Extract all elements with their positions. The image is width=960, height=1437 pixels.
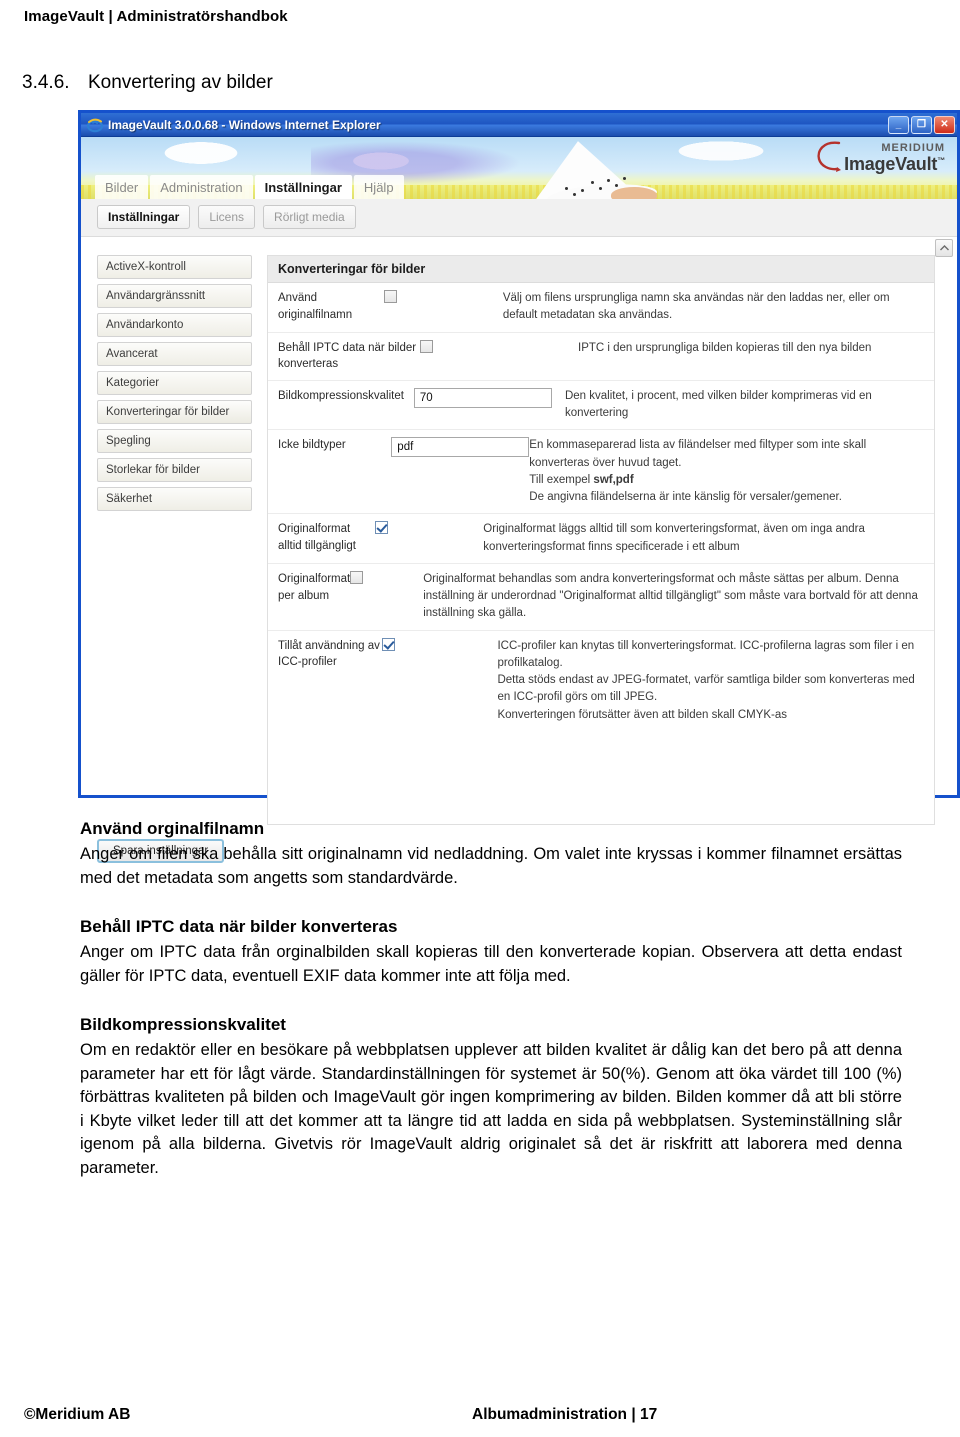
article-heading-3: Bildkompressionskvalitet (80, 1015, 286, 1035)
setting-control (391, 437, 530, 506)
original-format-always-available-checkbox[interactable] (375, 521, 389, 535)
banner-photo (499, 137, 689, 199)
footer-page-info: Albumadministration | 17 (472, 1406, 658, 1423)
setting-label: Tillåt användning av ICC-profiler (278, 639, 380, 669)
setting-control (384, 290, 502, 325)
compression-quality-input[interactable] (413, 387, 552, 408)
setting-row: Använd originalfilnamn Välj om filens ur… (268, 283, 934, 333)
setting-control (350, 570, 423, 623)
article-paragraph-2: Anger om IPTC data från orginalbilden sk… (80, 943, 902, 985)
setting-description: Originalformat läggs alltid till som kon… (483, 523, 865, 553)
article-paragraph-1: Anger om filen ska behålla sitt original… (80, 845, 902, 887)
setting-description-line2: Detta stöds endast av JPEG-formatet, var… (497, 674, 915, 704)
sidebar-item-avancerat[interactable]: Avancerat (97, 342, 252, 366)
settings-body: ActiveX-kontroll Användargränssnitt Anvä… (81, 237, 957, 825)
sidebar-item-activex-kontroll[interactable]: ActiveX-kontroll (97, 255, 252, 279)
subtab-licens[interactable]: Licens (198, 205, 256, 229)
setting-row: Bildkompressionskvalitet Den kvalitet, i… (268, 381, 934, 431)
internet-explorer-icon (87, 117, 103, 133)
panel-title: Konverteringar för bilder (268, 256, 934, 283)
nav-tab-hjalp[interactable]: Hjälp (353, 175, 404, 199)
minimize-button[interactable]: _ (888, 115, 909, 134)
setting-label: Originalformat per album (278, 572, 351, 602)
setting-control (413, 387, 565, 423)
browser-title: ImageVault 3.0.0.68 - Windows Internet E… (108, 117, 381, 132)
setting-description: Välj om filens ursprungliga namn ska anv… (502, 292, 890, 322)
sidebar-item-kategorier[interactable]: Kategorier (97, 371, 252, 395)
subtab-rorligt-media[interactable]: Rörligt media (263, 205, 356, 229)
article-heading-2: Behåll IPTC data när bilder konverteras (80, 917, 398, 937)
sidebar-item-anvandargranssnitt[interactable]: Användargränssnitt (97, 284, 252, 308)
setting-description: Originalformat behandlas som andra konve… (423, 572, 918, 620)
footer-copyright: ©Meridium AB (24, 1406, 131, 1423)
settings-panel: Konverteringar för bilder Använd origina… (267, 255, 935, 825)
window-controls: _ ❐ ✕ (888, 115, 955, 134)
setting-description: En kommaseparerad lista av filändelser m… (529, 437, 934, 506)
setting-row: Behåll IPTC data när bilder konverteras … (268, 333, 934, 381)
setting-description-line1: En kommaseparerad lista av filändelser m… (529, 439, 867, 469)
sidebar-item-anvandarkonto[interactable]: Användarkonto (97, 313, 252, 337)
sidebar-item-spegling[interactable]: Spegling (97, 429, 252, 453)
setting-row: Originalformat per album Originalformat … (268, 564, 934, 631)
face-shape (611, 187, 657, 199)
setting-description-line3: Konverteringen förutsätter även att bild… (497, 708, 788, 721)
setting-label: Bildkompressionskvalitet (278, 389, 404, 402)
site-banner: MERIDIUM ImageVault™ Bilder Administrati… (81, 137, 957, 199)
setting-row: Tillåt användning av ICC-profiler ICC-pr… (268, 631, 934, 731)
setting-description-line3: De angivna filändelserna är inte känslig… (529, 491, 842, 504)
close-button[interactable]: ✕ (934, 115, 955, 134)
setting-row: Originalformat alltid tillgängligt Origi… (268, 514, 934, 564)
setting-description-line1: ICC-profiler kan knytas till konverterin… (497, 639, 915, 669)
setting-label: Behåll IPTC data när bilder konverteras (278, 341, 417, 371)
setting-control (375, 521, 483, 556)
setting-label: Icke bildtyper (278, 439, 346, 452)
setting-description-line2-prefix: Till exempel (529, 473, 594, 486)
setting-row: Icke bildtyper En kommaseparerad lista a… (268, 430, 934, 515)
non-image-types-input[interactable] (391, 437, 530, 458)
product-name: ImageVault™ (844, 153, 945, 174)
chevron-up-icon (939, 245, 949, 251)
scroll-up-button[interactable] (935, 239, 953, 257)
setting-label: Använd originalfilnamn (278, 292, 353, 321)
settings-sidebar: ActiveX-kontroll Användargränssnitt Anvä… (81, 255, 267, 825)
sidebar-item-sakerhet[interactable]: Säkerhet (97, 487, 252, 511)
nav-tab-installningar[interactable]: Inställningar (254, 175, 352, 199)
article-paragraph-3: Om en redaktör eller en besökare på webb… (80, 1041, 902, 1177)
use-original-filename-checkbox[interactable] (384, 290, 398, 303)
main-nav: Bilder Administration Inställningar Hjäl… (95, 175, 404, 199)
setting-control (381, 637, 498, 724)
browser-window: ImageVault 3.0.0.68 - Windows Internet E… (78, 110, 960, 863)
setting-description: ICC-profiler kan knytas till konverterin… (497, 638, 934, 724)
nav-tab-administration[interactable]: Administration (150, 175, 253, 199)
trademark-symbol: ™ (937, 155, 945, 165)
setting-label: Originalformat alltid tillgängligt (278, 523, 356, 553)
brand-logo: MERIDIUM ImageVault™ (844, 142, 945, 174)
setting-description: IPTC i den ursprungliga bilden kopieras … (578, 341, 872, 354)
article-heading-1: Använd orginalfilnamn (80, 819, 265, 838)
product-name-text: ImageVault (844, 153, 938, 174)
browser-titlebar: ImageVault 3.0.0.68 - Windows Internet E… (81, 113, 957, 137)
running-head: ImageVault | Administratörshandbok (24, 8, 288, 25)
setting-control (420, 339, 578, 373)
article-body: Använd orginalfilnamn Anger om filen ska… (80, 818, 902, 1180)
maximize-button[interactable]: ❐ (911, 115, 932, 134)
sidebar-item-storlekar-for-bilder[interactable]: Storlekar för bilder (97, 458, 252, 482)
original-format-per-album-checkbox[interactable] (350, 570, 364, 584)
nav-tab-bilder[interactable]: Bilder (95, 175, 149, 199)
page-title: Konvertering av bilder (88, 72, 273, 93)
setting-description-example: swf,pdf (593, 473, 634, 486)
page-footer: ©Meridium AB Albumadministration | 17 (0, 1401, 960, 1429)
meridium-swoosh-icon (815, 139, 845, 173)
sub-toolbar: Inställningar Licens Rörligt media (81, 199, 957, 237)
setting-description: Den kvalitet, i procent, med vilken bild… (564, 389, 872, 420)
keep-iptc-data-checkbox[interactable] (420, 339, 433, 353)
sidebar-item-konverteringar-for-bilder[interactable]: Konverteringar för bilder (97, 400, 252, 424)
allow-icc-profiles-checkbox[interactable] (381, 637, 395, 651)
subtab-installningar[interactable]: Inställningar (97, 205, 191, 229)
section-number: 3.4.6. (22, 72, 70, 93)
